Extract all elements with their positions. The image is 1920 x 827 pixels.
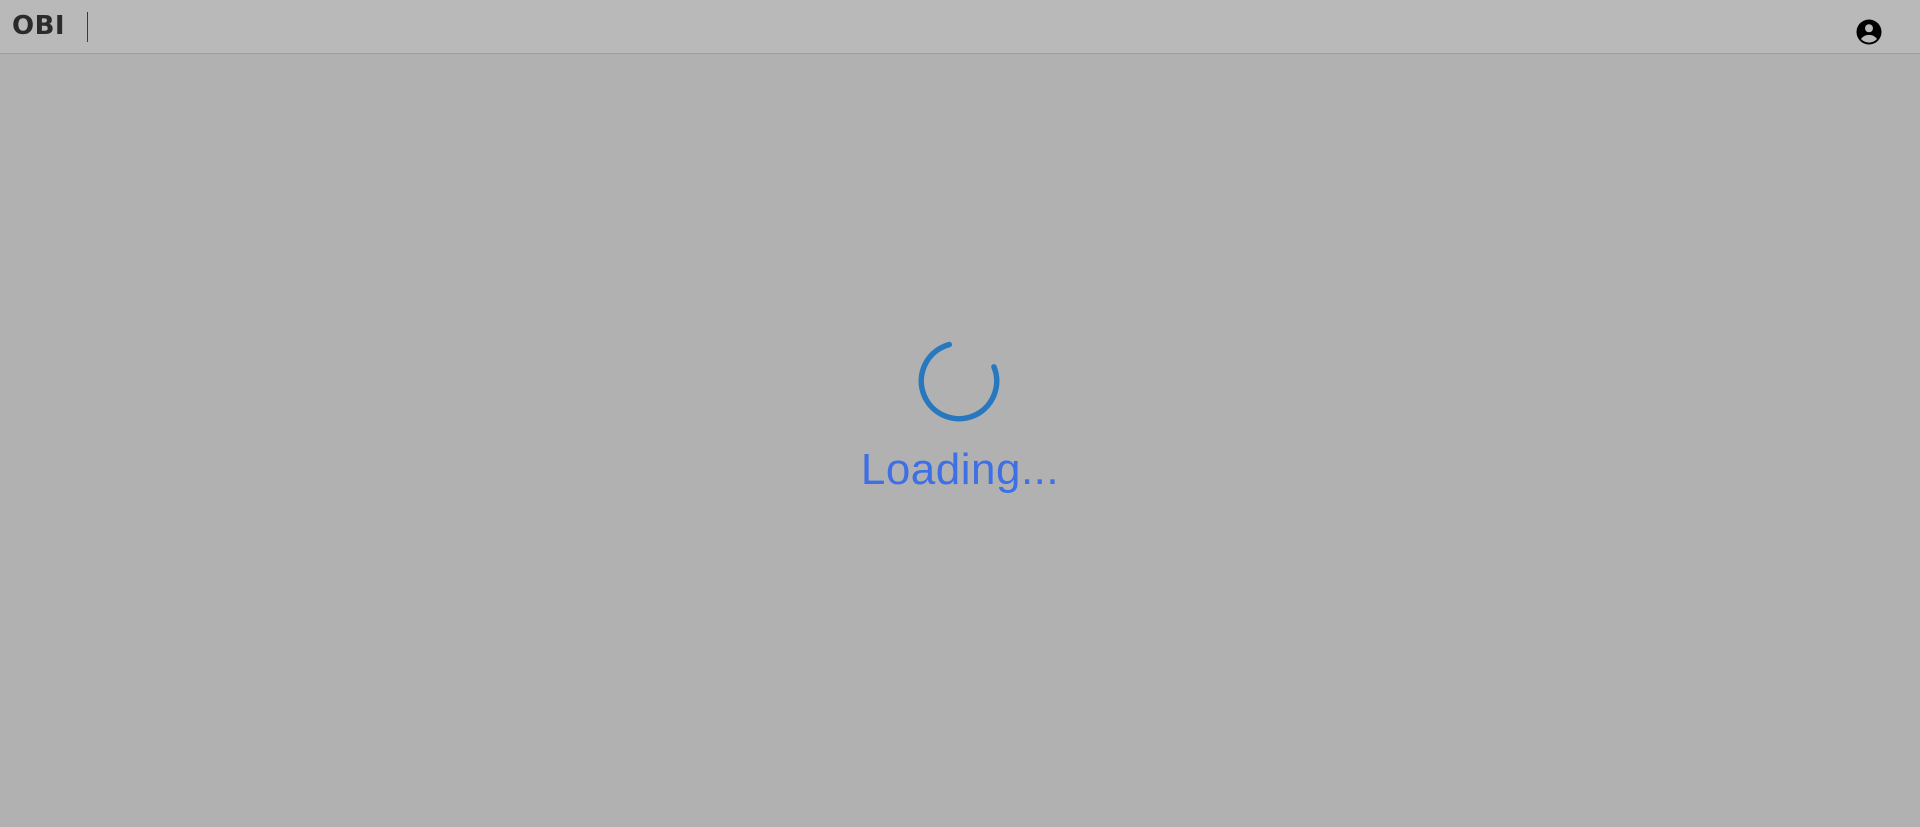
loading-spinner (913, 335, 1005, 427)
loading-text: Loading... (860, 445, 1060, 494)
app-root: OBI Loading... (0, 0, 1920, 827)
loading-overlay: Loading... (0, 0, 1920, 827)
spinner-icon (918, 340, 1000, 422)
